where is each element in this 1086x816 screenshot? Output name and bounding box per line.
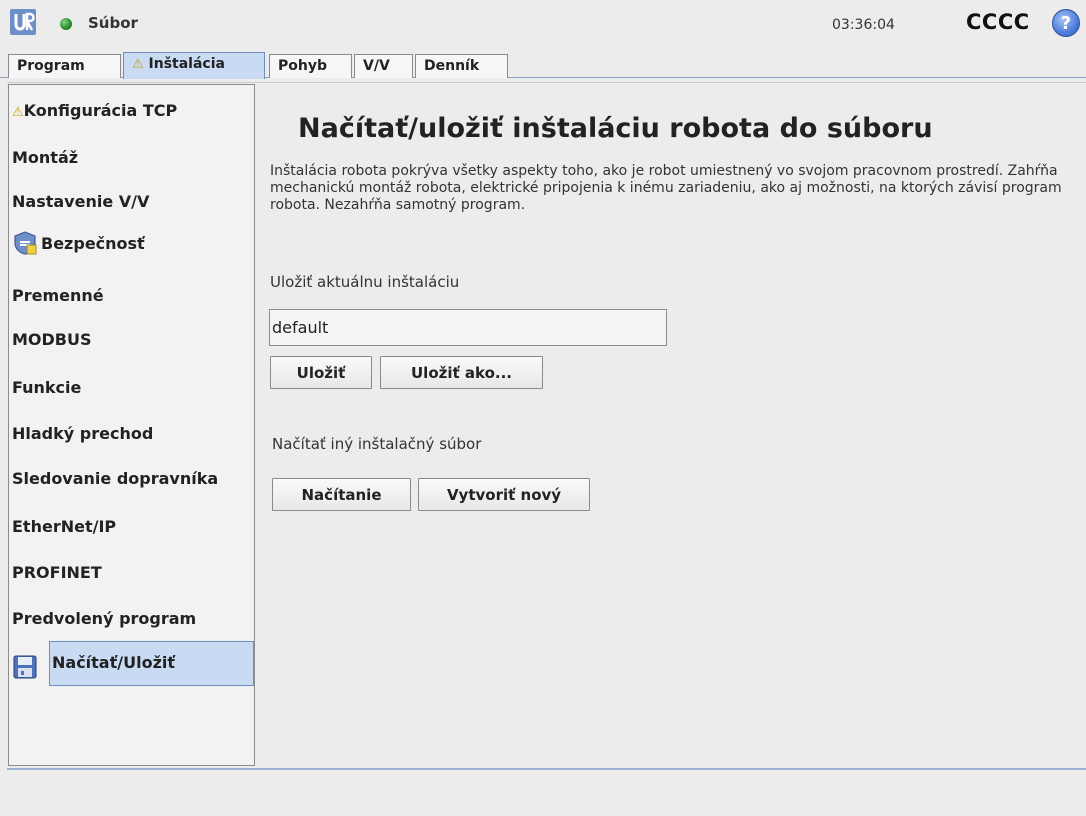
sidebar-item-io-setup[interactable]: Nastavenie V/V [9, 192, 254, 211]
help-icon[interactable]: ? [1052, 9, 1080, 37]
shield-icon [14, 231, 37, 255]
warning-icon: ⚠ [12, 105, 24, 120]
load-section-label: Načítať iný inštalačný súbor [272, 435, 482, 453]
tab-label: Inštalácia [148, 56, 225, 72]
tab-label: Denník [424, 58, 480, 74]
sidebar-item-label: PROFINET [12, 563, 102, 582]
sidebar-item-variables[interactable]: Premenné [9, 286, 254, 305]
sidebar-item-label: Hladký prechod [12, 424, 154, 443]
main-tabs: Program ⚠ Inštalácia Pohyb V/V Denník [0, 50, 1086, 79]
sidebar-item-profinet[interactable]: PROFINET [9, 563, 254, 582]
tab-label: V/V [363, 58, 390, 74]
sidebar-item-label: Premenné [12, 286, 104, 305]
ur-logo-icon [10, 9, 36, 35]
sidebar-item-label: Konfigurácia TCP [23, 101, 178, 120]
sidebar-item-mounting[interactable]: Montáž [9, 148, 254, 167]
sidebar-item-label: MODBUS [12, 330, 92, 349]
sidebar-item-tcp-configuration[interactable]: ⚠Konfigurácia TCP [9, 101, 254, 120]
sidebar-item-conveyor-tracking[interactable]: Sledovanie dopravníka [9, 469, 254, 488]
top-bar: Súbor 03:36:04 CCCC ? [0, 0, 1086, 48]
sidebar-item-label: Predvolený program [12, 609, 197, 628]
page-title: Načítať/uložiť inštaláciu robota do súbo… [298, 113, 933, 144]
sidebar-item-label: Načítať/Uložiť [52, 653, 176, 672]
sidebar-item-default-program[interactable]: Predvolený program [9, 609, 254, 628]
create-new-button[interactable]: Vytvoriť nový [418, 478, 590, 511]
tab-label: Program [17, 58, 85, 74]
file-menu[interactable]: Súbor [88, 14, 138, 32]
save-section-label: Uložiť aktuálnu inštaláciu [270, 273, 460, 291]
installation-sidebar: ⚠Konfigurácia TCP Montáž Nastavenie V/V … [8, 84, 255, 766]
sidebar-item-load-save[interactable]: Načítať/Uložiť [49, 641, 254, 686]
page-description: Inštalácia robota pokrýva všetky aspekty… [270, 163, 1062, 213]
tab-move[interactable]: Pohyb [269, 54, 352, 78]
sidebar-item-ethernet-ip[interactable]: EtherNet/IP [9, 517, 254, 536]
installation-name-field[interactable] [269, 309, 667, 346]
clock: 03:36:04 [832, 17, 895, 33]
warning-icon: ⚠ [132, 57, 144, 72]
tab-label: Pohyb [278, 58, 327, 74]
sidebar-item-label: Bezpečnosť [41, 234, 145, 253]
robot-name: CCCC [966, 10, 1030, 34]
sidebar-item-label: Nastavenie V/V [12, 192, 150, 211]
sidebar-item-features[interactable]: Funkcie [9, 378, 254, 397]
sidebar-item-modbus[interactable]: MODBUS [9, 330, 254, 349]
sidebar-item-label: Funkcie [12, 378, 82, 397]
sidebar-item-label: EtherNet/IP [12, 517, 117, 536]
divider [7, 768, 1086, 770]
tab-log[interactable]: Denník [415, 54, 508, 78]
tab-program[interactable]: Program [8, 54, 121, 78]
sidebar-item-safety[interactable]: Bezpečnosť [9, 231, 254, 260]
tab-installation[interactable]: ⚠ Inštalácia [123, 52, 265, 79]
floppy-disk-icon [13, 655, 37, 679]
tab-io[interactable]: V/V [354, 54, 413, 78]
save-button[interactable]: Uložiť [270, 356, 372, 389]
sidebar-item-label: Montáž [12, 148, 79, 167]
robot-status-icon [60, 18, 72, 30]
load-button[interactable]: Načítanie [272, 478, 411, 511]
bottom-bar [0, 771, 1086, 816]
sidebar-item-label: Sledovanie dopravníka [12, 469, 219, 488]
sidebar-item-smooth-transition[interactable]: Hladký prechod [9, 424, 254, 443]
save-as-button[interactable]: Uložiť ako... [380, 356, 543, 389]
